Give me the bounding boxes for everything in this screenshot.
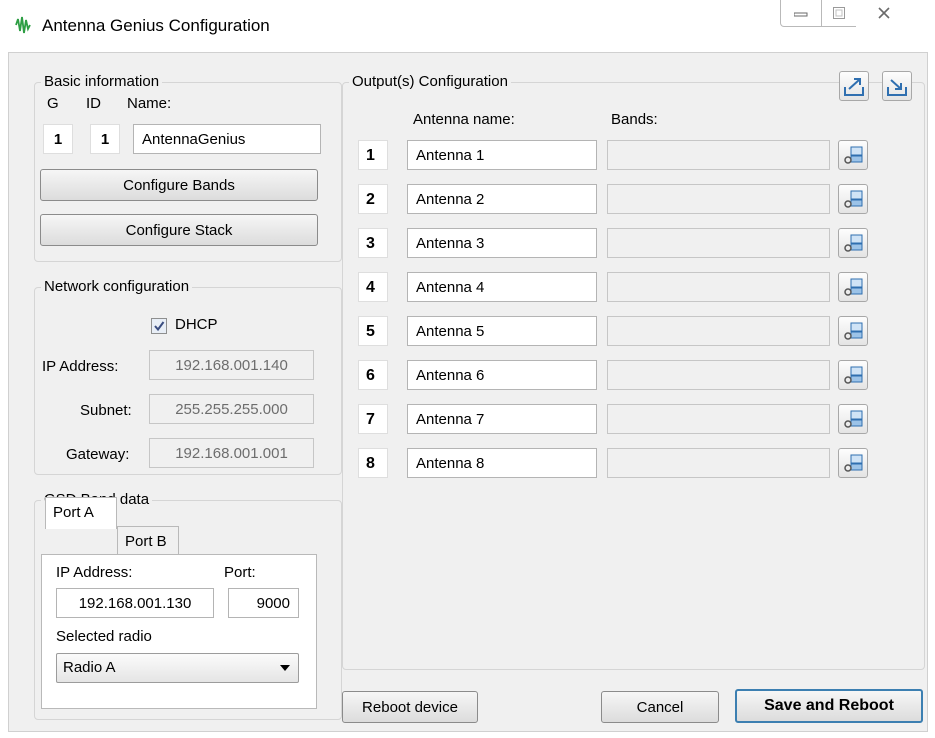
- configure-output-button[interactable]: [838, 316, 868, 346]
- configure-icon: [844, 234, 863, 252]
- minimize-icon: [794, 12, 808, 17]
- minimize-button[interactable]: [780, 0, 822, 27]
- bands-field[interactable]: [607, 360, 830, 390]
- gsd-port-label: Port:: [224, 564, 256, 581]
- bands-header: Bands:: [611, 111, 658, 128]
- antenna-name-input[interactable]: Antenna 7: [407, 404, 597, 434]
- output-number: 7: [358, 404, 388, 434]
- antenna-name-input[interactable]: Antenna 6: [407, 360, 597, 390]
- gateway-label: Gateway:: [66, 446, 130, 463]
- output-number: 4: [358, 272, 388, 302]
- configure-stack-button[interactable]: Configure Stack: [40, 214, 318, 246]
- outputs-configuration-group: Output(s) Configuration Antenna name: Ba…: [342, 71, 925, 670]
- output-number: 2: [358, 184, 388, 214]
- output-number: 8: [358, 448, 388, 478]
- dhcp-label: DHCP: [175, 316, 218, 333]
- subnet-field[interactable]: 255.255.255.000: [149, 394, 314, 424]
- checkmark-icon: [154, 321, 165, 332]
- configure-output-button[interactable]: [838, 272, 868, 302]
- configure-icon: [844, 454, 863, 472]
- configure-output-button[interactable]: [838, 140, 868, 170]
- configure-output-button[interactable]: [838, 184, 868, 214]
- window-controls: [780, 0, 935, 30]
- antenna-name-input[interactable]: Antenna 1: [407, 140, 597, 170]
- network-configuration-group: Network configuration DHCP IP Address: 1…: [34, 278, 342, 475]
- id-label: ID: [86, 95, 101, 112]
- window-title: Antenna Genius Configuration: [42, 16, 270, 35]
- gsd-ip-address-label: IP Address:: [56, 564, 133, 581]
- configure-icon: [844, 190, 863, 208]
- gsd-ip-address-input[interactable]: 192.168.001.130: [56, 588, 214, 618]
- configure-icon: [844, 146, 863, 164]
- bands-field[interactable]: [607, 448, 830, 478]
- save-and-reboot-button[interactable]: Save and Reboot: [735, 689, 923, 723]
- gsd-band-data-group: GSD Band data Port A Port B IP Address: …: [34, 491, 342, 720]
- reboot-device-button[interactable]: Reboot device: [342, 691, 478, 723]
- dhcp-checkbox[interactable]: [151, 318, 167, 334]
- gsd-port-input[interactable]: 9000: [228, 588, 299, 618]
- bands-field[interactable]: [607, 184, 830, 214]
- outputs-configuration-legend: Output(s) Configuration: [349, 73, 511, 90]
- import-button[interactable]: [882, 71, 912, 101]
- bands-field[interactable]: [607, 404, 830, 434]
- maximize-button[interactable]: [821, 0, 857, 27]
- output-number: 5: [358, 316, 388, 346]
- configure-bands-button[interactable]: Configure Bands: [40, 169, 318, 201]
- subnet-label: Subnet:: [80, 402, 132, 419]
- antenna-name-header: Antenna name:: [413, 111, 515, 128]
- name-label: Name:: [127, 95, 172, 112]
- selected-radio-value: Radio A: [63, 659, 116, 676]
- antenna-name-input[interactable]: Antenna 8: [407, 448, 597, 478]
- bands-field[interactable]: [607, 316, 830, 346]
- configure-icon: [844, 322, 863, 340]
- configure-output-button[interactable]: [838, 448, 868, 478]
- ip-address-field[interactable]: 192.168.001.140: [149, 350, 314, 380]
- network-configuration-legend: Network configuration: [41, 278, 193, 295]
- antenna-name-input[interactable]: Antenna 4: [407, 272, 597, 302]
- g-label: G: [47, 95, 59, 112]
- import-icon: [887, 79, 907, 96]
- configure-output-button[interactable]: [838, 228, 868, 258]
- bands-field[interactable]: [607, 272, 830, 302]
- export-button[interactable]: [839, 71, 869, 101]
- close-button[interactable]: [856, 0, 911, 27]
- ip-address-label: IP Address:: [42, 358, 119, 375]
- tab-port-a[interactable]: Port A: [45, 497, 117, 529]
- basic-information-legend: Basic information: [41, 73, 163, 90]
- output-number: 3: [358, 228, 388, 258]
- basic-information-group: Basic information G ID Name: 1 1 Antenna…: [34, 73, 342, 262]
- configure-icon: [844, 366, 863, 384]
- configure-icon: [844, 278, 863, 296]
- gateway-field[interactable]: 192.168.001.001: [149, 438, 314, 468]
- antenna-name-input[interactable]: Antenna 3: [407, 228, 597, 258]
- name-input[interactable]: AntennaGenius: [133, 124, 321, 154]
- app-icon: [15, 16, 31, 34]
- client-area: Basic information G ID Name: 1 1 Antenna…: [8, 52, 928, 732]
- bands-field[interactable]: [607, 228, 830, 258]
- title-bar: Antenna Genius Configuration: [0, 0, 935, 52]
- output-number: 1: [358, 140, 388, 170]
- configure-output-button[interactable]: [838, 360, 868, 390]
- cancel-button[interactable]: Cancel: [601, 691, 719, 723]
- tab-port-b[interactable]: Port B: [117, 526, 179, 554]
- port-a-panel: IP Address: Port: 192.168.001.130 9000 S…: [41, 554, 317, 709]
- output-number: 6: [358, 360, 388, 390]
- close-icon: [877, 7, 890, 19]
- g-value: 1: [43, 124, 73, 154]
- antenna-name-input[interactable]: Antenna 5: [407, 316, 597, 346]
- dropdown-arrow-icon: [280, 665, 290, 671]
- configure-icon: [844, 410, 863, 428]
- id-value: 1: [90, 124, 120, 154]
- antenna-name-input[interactable]: Antenna 2: [407, 184, 597, 214]
- maximize-icon: [833, 7, 845, 19]
- selected-radio-select[interactable]: Radio A: [56, 653, 299, 683]
- configure-output-button[interactable]: [838, 404, 868, 434]
- selected-radio-label: Selected radio: [56, 628, 152, 645]
- bands-field[interactable]: [607, 140, 830, 170]
- export-icon: [844, 78, 864, 96]
